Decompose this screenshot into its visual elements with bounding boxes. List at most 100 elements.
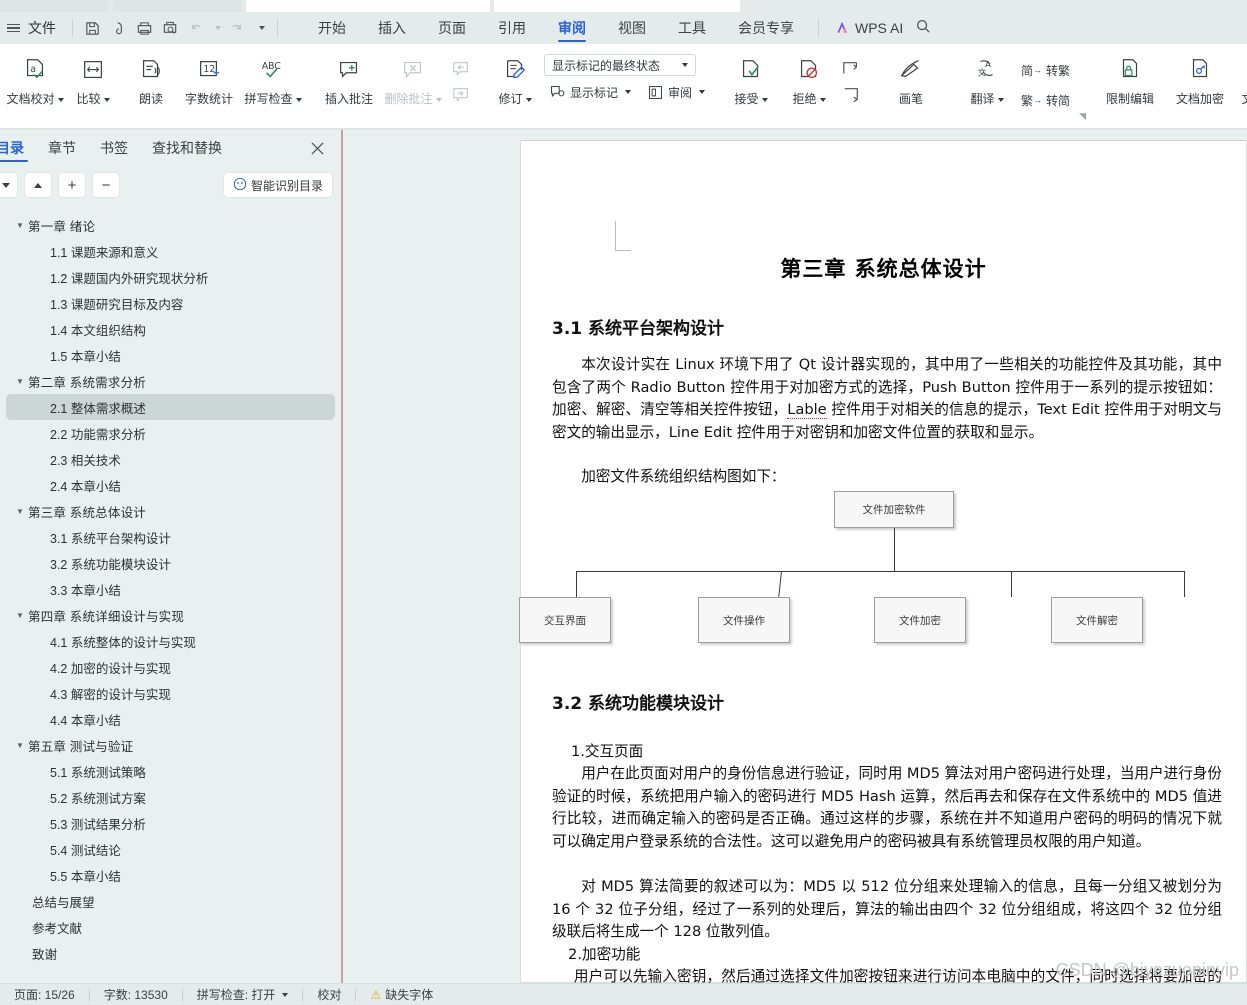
tab-tools[interactable]: 工具 [662,12,722,44]
window-tab-strip[interactable] [0,0,1247,12]
doc-finalize-button[interactable]: 文档定稿 [1235,48,1247,122]
browser-tab-2[interactable] [113,0,241,12]
toc-item[interactable]: 4.1 系统整体的设计与实现 [6,628,335,654]
chevron-down-icon[interactable] [819,97,826,102]
tab-reference[interactable]: 引用 [482,12,542,44]
org-chart-diagram[interactable]: 文件加密软件 交互界面 文件操作 文件加密 文件解密 [519,486,1247,656]
chevron-down-icon[interactable] [282,992,289,997]
undo-dropdown-icon[interactable] [209,15,223,41]
print-icon[interactable] [131,15,157,41]
chevron-down-icon[interactable] [57,97,64,102]
to-simplified-button[interactable]: 繁 → 转简 [1016,88,1075,112]
doc-proofread-button[interactable]: a 文档校对 [6,48,64,122]
close-icon[interactable] [307,138,327,158]
search-icon[interactable] [915,18,931,39]
chevron-down-icon[interactable] [625,90,632,94]
translate-button[interactable]: A文 翻译 [958,48,1016,122]
toc-item[interactable]: 5.4 测试结论 [6,836,335,862]
undo-icon[interactable] [183,15,209,41]
spell-check-button[interactable]: ABC 拼写检查 [238,48,308,122]
chevron-down-icon[interactable] [295,97,302,102]
review-pane-button[interactable]: 审阅 [642,80,710,104]
toc-item-selected[interactable]: 2.1 整体需求概述 [6,394,335,420]
status-missing-font[interactable]: ⚠ 缺失字体 [356,986,447,1003]
insert-comment-button[interactable]: 插入批注 [320,48,378,122]
tab-page[interactable]: 页面 [422,12,482,44]
doc-encrypt-button[interactable]: 文档加密 [1165,48,1235,122]
toc-item[interactable]: 参考文献 [6,914,335,940]
toc-collapse-all-button[interactable] [0,172,18,198]
toc-item[interactable]: 4.3 解密的设计与实现 [6,680,335,706]
toc-item[interactable]: 致谢 [6,940,335,966]
toc-item[interactable]: 3.3 本章小结 [6,576,335,602]
pane-splitter[interactable] [341,130,343,983]
toc-item[interactable]: ▼ 第四章 系统详细设计与实现 [6,602,335,628]
redo-icon[interactable] [223,15,249,41]
toc-item[interactable]: 总结与展望 [6,888,335,914]
toc-decrease-level-button[interactable]: − [92,172,120,198]
expand-triangle-icon[interactable]: ▼ [12,611,28,620]
toc-item[interactable]: 2.4 本章小结 [6,472,335,498]
dialog-launcher-icon[interactable]: ◥ [1079,111,1086,122]
toc-item[interactable]: 2.3 相关技术 [6,446,335,472]
nav-tab-toc[interactable]: 目录 [0,130,36,166]
smart-toc-button[interactable]: 智能识别目录 [222,172,333,198]
previous-change-icon[interactable] [838,57,864,81]
nav-tab-find-replace[interactable]: 查找和替换 [140,130,234,166]
cloud-save-icon[interactable] [105,15,131,41]
toc-item[interactable]: 4.4 本章小结 [6,706,335,732]
toc-item[interactable]: ▼ 第三章 系统总体设计 [6,498,335,524]
reject-change-button[interactable]: 拒绝 [780,48,838,122]
print-preview-icon[interactable] [157,15,183,41]
toc-list[interactable]: ▼ 第一章 绪论 1.1 课题来源和意义 1.2 课题国内外研究现状分析 1.3 … [0,212,341,992]
show-markup-button[interactable]: 显示标记 [544,80,636,104]
chevron-down-icon[interactable] [525,97,532,102]
expand-triangle-icon[interactable]: ▼ [12,507,28,516]
toc-item[interactable]: ▼ 第五章 测试与验证 [6,732,335,758]
nav-tab-chapters[interactable]: 章节 [36,130,88,166]
toc-item[interactable]: 3.1 系统平台架构设计 [6,524,335,550]
toc-item[interactable]: 4.2 加密的设计与实现 [6,654,335,680]
status-spellcheck[interactable]: 拼写检查: 打开 [183,986,303,1003]
status-word-count[interactable]: 字数: 13530 [90,986,182,1003]
tab-start[interactable]: 开始 [302,12,362,44]
expand-triangle-icon[interactable]: ▼ [12,221,28,230]
toc-item[interactable]: 2.2 功能需求分析 [6,420,335,446]
browser-tab-1[interactable] [0,0,108,12]
chevron-down-icon[interactable] [103,97,110,102]
nav-tab-bookmarks[interactable]: 书签 [88,130,140,166]
chevron-down-icon[interactable] [761,97,768,102]
previous-comment-icon[interactable] [448,57,474,81]
document-page[interactable]: 第三章 系统总体设计 3.1 系统平台架构设计 本次设计实在 Linux 环境下… [519,140,1247,983]
toc-item[interactable]: 5.5 本章小结 [6,862,335,888]
chevron-down-icon[interactable] [699,90,706,94]
restrict-edit-button[interactable]: 限制编辑 [1095,48,1165,122]
save-icon[interactable] [79,15,105,41]
customize-toolbar-dropdown-icon[interactable] [249,15,271,41]
markup-state-select[interactable]: 显示标记的最终状态 [544,54,696,76]
chevron-down-icon[interactable] [435,97,442,102]
tab-review[interactable]: 审阅 [542,12,602,44]
document-area[interactable]: 第三章 系统总体设计 3.1 系统平台架构设计 本次设计实在 Linux 环境下… [341,130,1247,983]
compare-button[interactable]: 比较 [64,48,122,122]
toc-item[interactable]: 5.3 测试结果分析 [6,810,335,836]
track-changes-button[interactable]: 修订 [486,48,544,122]
status-page-number[interactable]: 页面: 15/26 [0,986,89,1003]
read-aloud-button[interactable]: 朗读 [122,48,180,122]
toc-item[interactable]: ▼ 第二章 系统需求分析 [6,368,335,394]
word-count-button[interactable]: 12 字数统计 [180,48,238,122]
accept-change-button[interactable]: 接受 [722,48,780,122]
toc-item[interactable]: 3.2 系统功能模块设计 [6,550,335,576]
toc-increase-level-button[interactable]: + [58,172,86,198]
browser-tab-4[interactable] [494,0,740,12]
toc-item[interactable]: 1.3 课题研究目标及内容 [6,290,335,316]
tab-insert[interactable]: 插入 [362,12,422,44]
status-proofread[interactable]: 校对 [303,986,355,1003]
ink-pen-button[interactable]: 画笔 [876,48,946,122]
tab-view[interactable]: 视图 [602,12,662,44]
toc-expand-all-button[interactable] [24,172,52,198]
to-traditional-button[interactable]: 简 → 转繁 [1016,58,1075,82]
file-menu-button[interactable]: 文件 [24,18,66,38]
app-menu-icon[interactable] [2,22,24,35]
expand-triangle-icon[interactable]: ▼ [12,741,28,750]
